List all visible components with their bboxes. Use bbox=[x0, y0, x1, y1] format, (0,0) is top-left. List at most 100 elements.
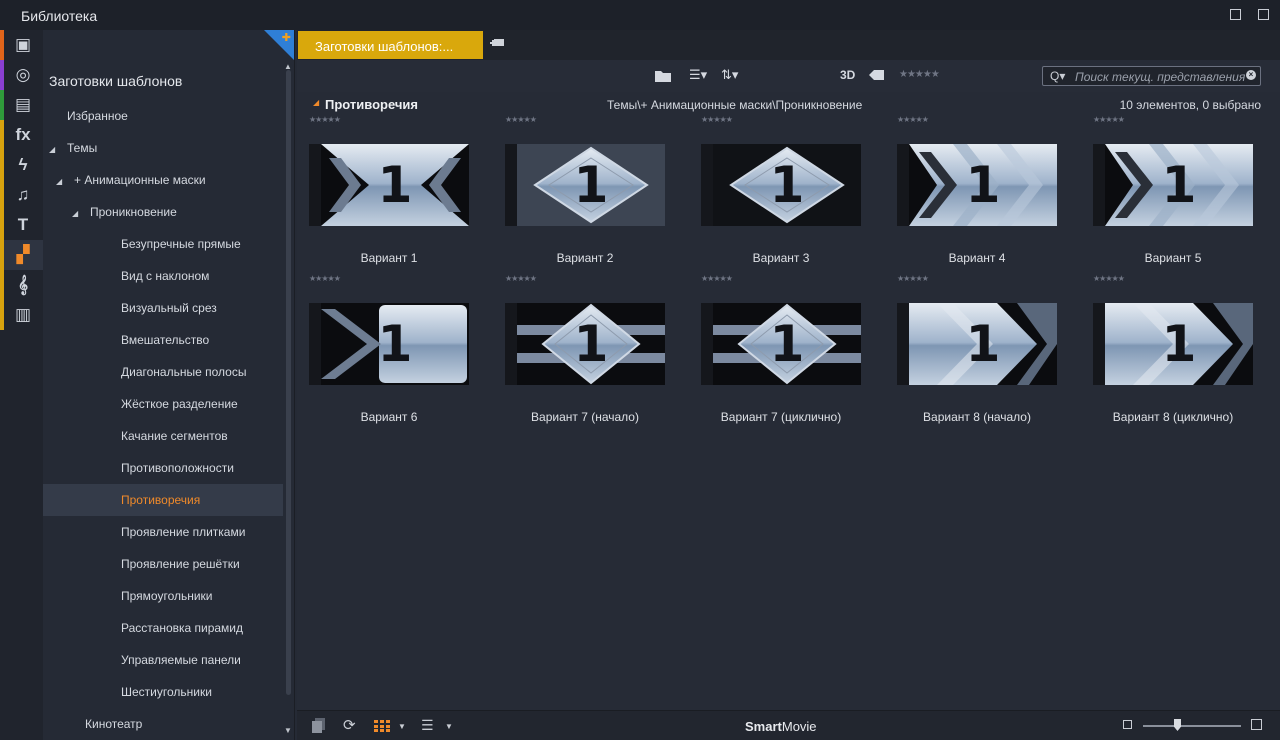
tree-item[interactable]: Прямоугольники bbox=[43, 580, 283, 612]
template-thumbnail[interactable]: 1 bbox=[701, 303, 861, 385]
search-icon[interactable]: Q▾ bbox=[1050, 69, 1065, 83]
refresh-icon[interactable]: ⟳ bbox=[343, 716, 356, 734]
tree-item[interactable]: Вмешательство bbox=[43, 324, 283, 356]
tree-item[interactable]: Противоположности bbox=[43, 452, 283, 484]
tree-item[interactable]: Расстановка пирамид bbox=[43, 612, 283, 644]
category-color-bar bbox=[0, 30, 4, 60]
grid-view-icon[interactable] bbox=[374, 720, 390, 732]
collections-icon[interactable]: ▤ bbox=[0, 90, 43, 120]
card-rating[interactable]: ★★★★★ bbox=[897, 274, 929, 283]
expand-triangle-icon[interactable]: ◢ bbox=[72, 198, 82, 230]
tree-item-label: Визуальный срез bbox=[121, 301, 217, 315]
clear-search-icon[interactable]: × bbox=[1246, 70, 1256, 80]
template-thumbnail[interactable]: 1 bbox=[309, 303, 469, 385]
piano-keys-icon[interactable]: ▥ bbox=[0, 300, 43, 330]
sort-menu-icon[interactable]: ⇅▾ bbox=[721, 67, 738, 83]
tree-item[interactable]: Качание сегментов bbox=[43, 420, 283, 452]
card-rating[interactable]: ★★★★★ bbox=[701, 274, 733, 283]
folder-icon[interactable] bbox=[655, 70, 671, 82]
template-card[interactable]: ★★★★★ 1 Вариант 1 bbox=[297, 112, 493, 270]
template-thumbnail[interactable]: 1 bbox=[505, 303, 665, 385]
tree-item-label: + Анимационные маски bbox=[74, 173, 206, 187]
tree-item[interactable]: Кинотеатр bbox=[43, 708, 283, 740]
template-card[interactable]: ★★★★★ 1 Вариант 4 bbox=[885, 112, 1081, 270]
tree-item[interactable]: ◢ Темы bbox=[43, 132, 283, 164]
card-rating[interactable]: ★★★★★ bbox=[1093, 274, 1125, 283]
template-thumbnail[interactable]: 1 bbox=[1093, 303, 1253, 385]
expand-triangle-icon[interactable]: ◢ bbox=[49, 134, 59, 166]
tree-item[interactable]: Диагональные полосы bbox=[43, 356, 283, 388]
details-menu-icon[interactable]: ☰ bbox=[421, 717, 434, 734]
template-thumbnail[interactable]: 1 bbox=[1093, 144, 1253, 226]
card-rating[interactable]: ★★★★★ bbox=[897, 115, 929, 124]
template-card[interactable]: ★★★★★ 1 Вариант 8 (начало) bbox=[885, 271, 1081, 429]
collapse-group-icon[interactable]: ◢ bbox=[313, 98, 319, 107]
bottom-bar: ⟳ ▼ ☰ ▼ SmartMovie bbox=[297, 710, 1280, 740]
search-field[interactable]: Q▾ Поиск текущ. представления × bbox=[1042, 66, 1261, 86]
template-thumbnail[interactable]: 1 bbox=[701, 144, 861, 226]
tree-item[interactable]: Управляемые панели bbox=[43, 644, 283, 676]
copy-to-project-icon[interactable] bbox=[312, 718, 326, 734]
music-note-icon[interactable]: ♫ bbox=[0, 180, 43, 210]
scroll-down-icon[interactable]: ▼ bbox=[284, 726, 292, 735]
tree-item[interactable]: Вид с наклоном bbox=[43, 260, 283, 292]
tree-item[interactable]: Жёсткое разделение bbox=[43, 388, 283, 420]
pin-icon[interactable]: ✚ bbox=[282, 31, 291, 44]
pin-panel-corner[interactable]: ✚ bbox=[264, 30, 294, 60]
zoom-slider-track[interactable] bbox=[1143, 725, 1241, 727]
card-rating[interactable]: ★★★★★ bbox=[1093, 115, 1125, 124]
details-dropdown-icon[interactable]: ▼ bbox=[445, 722, 453, 731]
3d-filter-button[interactable]: 3D bbox=[840, 68, 855, 82]
project-bin-icon[interactable]: ▣ bbox=[0, 30, 43, 60]
card-rating[interactable]: ★★★★★ bbox=[505, 274, 537, 283]
template-thumbnail[interactable]: 1 bbox=[897, 303, 1057, 385]
zoom-slider-knob[interactable] bbox=[1174, 719, 1181, 731]
expand-triangle-icon[interactable]: ◢ bbox=[56, 166, 66, 198]
tree-item[interactable]: Шестиугольники bbox=[43, 676, 283, 708]
media-reel-icon[interactable]: ◎ bbox=[0, 60, 43, 90]
restore-window-icon[interactable] bbox=[1230, 9, 1241, 20]
transitions-icon[interactable]: ϟ bbox=[0, 150, 43, 180]
tree-item[interactable]: Противоречия bbox=[43, 484, 283, 516]
card-rating[interactable]: ★★★★★ bbox=[505, 115, 537, 124]
template-card[interactable]: ★★★★★ 1 Вариант 2 bbox=[493, 112, 689, 270]
zoom-small-icon[interactable] bbox=[1123, 720, 1132, 729]
montage-templates-icon[interactable]: ▞ bbox=[0, 240, 43, 270]
tree-item[interactable]: ◢ Проникновение bbox=[43, 196, 283, 228]
template-card[interactable]: ★★★★★ 1 Вариант 7 (начало) bbox=[493, 271, 689, 429]
tree-item[interactable]: ◢ + Анимационные маски bbox=[43, 164, 283, 196]
zoom-large-icon[interactable] bbox=[1251, 719, 1262, 730]
template-card[interactable]: ★★★★★ 1 Вариант 5 bbox=[1081, 112, 1277, 270]
add-tab-icon[interactable] bbox=[490, 39, 504, 49]
tree-scrollbar[interactable]: ▲ ▼ bbox=[284, 60, 292, 740]
tag-filter-icon[interactable] bbox=[869, 70, 884, 80]
template-thumbnail[interactable]: 1 bbox=[309, 144, 469, 226]
view-mode-dropdown-icon[interactable]: ▼ bbox=[398, 722, 406, 731]
template-card[interactable]: ★★★★★ 1 Вариант 3 bbox=[689, 112, 885, 270]
smartmovie-button[interactable]: SmartMovie bbox=[745, 719, 817, 734]
tree-item[interactable]: Визуальный срез bbox=[43, 292, 283, 324]
template-thumbnail[interactable]: 1 bbox=[897, 144, 1057, 226]
template-card[interactable]: ★★★★★ 1 Вариант 7 (циклично) bbox=[689, 271, 885, 429]
card-rating[interactable]: ★★★★★ bbox=[309, 274, 341, 283]
brand-rest: Movie bbox=[781, 719, 817, 734]
tree-item[interactable]: Избранное bbox=[43, 100, 283, 132]
tab-templates[interactable]: Заготовки шаблонов:... bbox=[298, 31, 483, 59]
template-card[interactable]: ★★★★★ 1 Вариант 8 (циклично) bbox=[1081, 271, 1277, 429]
list-view-menu-icon[interactable]: ☰▾ bbox=[689, 67, 707, 83]
card-rating[interactable]: ★★★★★ bbox=[701, 115, 733, 124]
template-card[interactable]: ★★★★★ 1 Вариант 6 bbox=[297, 271, 493, 429]
effects-fx-icon[interactable]: fx bbox=[0, 120, 43, 150]
audio-clef-icon[interactable]: 𝄞 bbox=[0, 270, 43, 300]
detach-panel-icon[interactable] bbox=[1258, 9, 1269, 20]
rating-filter[interactable]: ★★★★★ bbox=[899, 69, 940, 80]
tree-item[interactable]: Безупречные прямые bbox=[43, 228, 283, 260]
tree-item[interactable]: Проявление плитками bbox=[43, 516, 283, 548]
scrollbar-thumb[interactable] bbox=[286, 70, 291, 695]
title-text-icon[interactable]: T bbox=[0, 210, 43, 240]
template-thumbnail[interactable]: 1 bbox=[505, 144, 665, 226]
tree-item[interactable]: Проявление решётки bbox=[43, 548, 283, 580]
card-rating[interactable]: ★★★★★ bbox=[309, 115, 341, 124]
title-bar: Библиотека bbox=[0, 0, 1280, 30]
film-strip-icon bbox=[505, 144, 517, 226]
